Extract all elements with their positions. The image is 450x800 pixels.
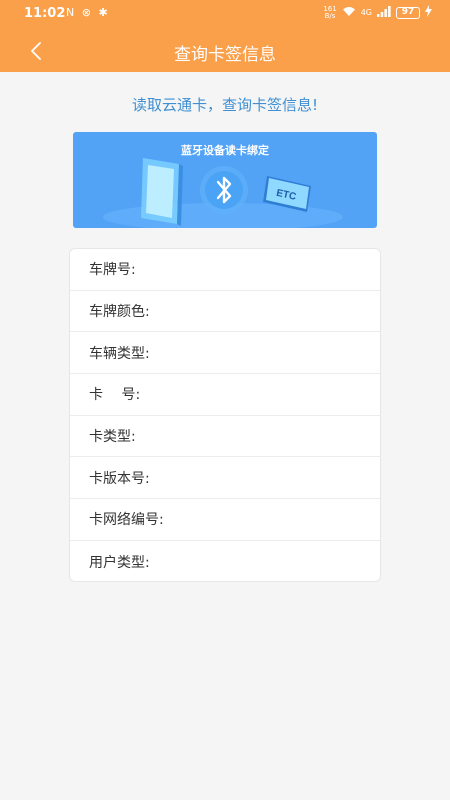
field-user-type: 用户类型: — [70, 541, 380, 583]
field-card-network-id: 卡网络编号: — [70, 499, 380, 541]
network-type: 4G — [360, 8, 372, 17]
nav-bar: 查询卡签信息 — [0, 30, 450, 72]
phone-icon — [141, 158, 183, 226]
bluetooth-bind-banner[interactable]: 蓝牙设备读卡绑定 ETC — [73, 132, 377, 228]
wifi-icon — [342, 6, 356, 20]
field-vehicle-type: 车辆类型: — [70, 332, 380, 375]
field-card-type: 卡类型: — [70, 416, 380, 458]
field-plate-color: 车牌颜色: — [70, 291, 380, 333]
status-bar: 11:02 N ⊗ ✱ 161 B/s 4G 97 — [0, 0, 450, 30]
charging-icon — [425, 5, 432, 20]
bluetooth-illustration: ETC — [103, 158, 343, 228]
instruction-text: 读取云通卡，查询卡签信息! — [131, 96, 318, 114]
field-label: 车牌号: — [89, 262, 136, 279]
field-label: 车牌颜色: — [89, 304, 150, 321]
field-label: 用户类型: — [89, 554, 150, 571]
field-label: 卡网络编号: — [89, 512, 164, 529]
card-info-panel: 车牌号: 车牌颜色: 车辆类型: 卡 号: 卡类型: 卡版本号: 卡网络编号: … — [69, 248, 381, 582]
field-label: 卡 号: — [89, 387, 141, 404]
page-title: 查询卡签信息 — [174, 45, 276, 65]
field-label: 卡类型: — [89, 429, 136, 446]
signal-icon — [377, 5, 391, 20]
field-label: 车辆类型: — [89, 345, 150, 362]
field-card-version: 卡版本号: — [70, 457, 380, 500]
network-speed: 161 B/s — [323, 4, 337, 20]
status-right-group: 161 B/s 4G 97 — [323, 5, 432, 20]
bluetooth-icon — [200, 166, 248, 214]
battery-icon: 97 — [396, 6, 420, 19]
field-plate-number: 车牌号: — [70, 249, 380, 291]
app-header: 11:02 N ⊗ ✱ 161 B/s 4G 97 查询卡签信息 — [0, 0, 450, 72]
notification-icons: N ⊗ ✱ — [66, 6, 110, 19]
field-label: 卡版本号: — [89, 470, 150, 487]
field-card-number: 卡 号: — [70, 374, 380, 416]
status-time: 11:02 — [24, 6, 66, 21]
